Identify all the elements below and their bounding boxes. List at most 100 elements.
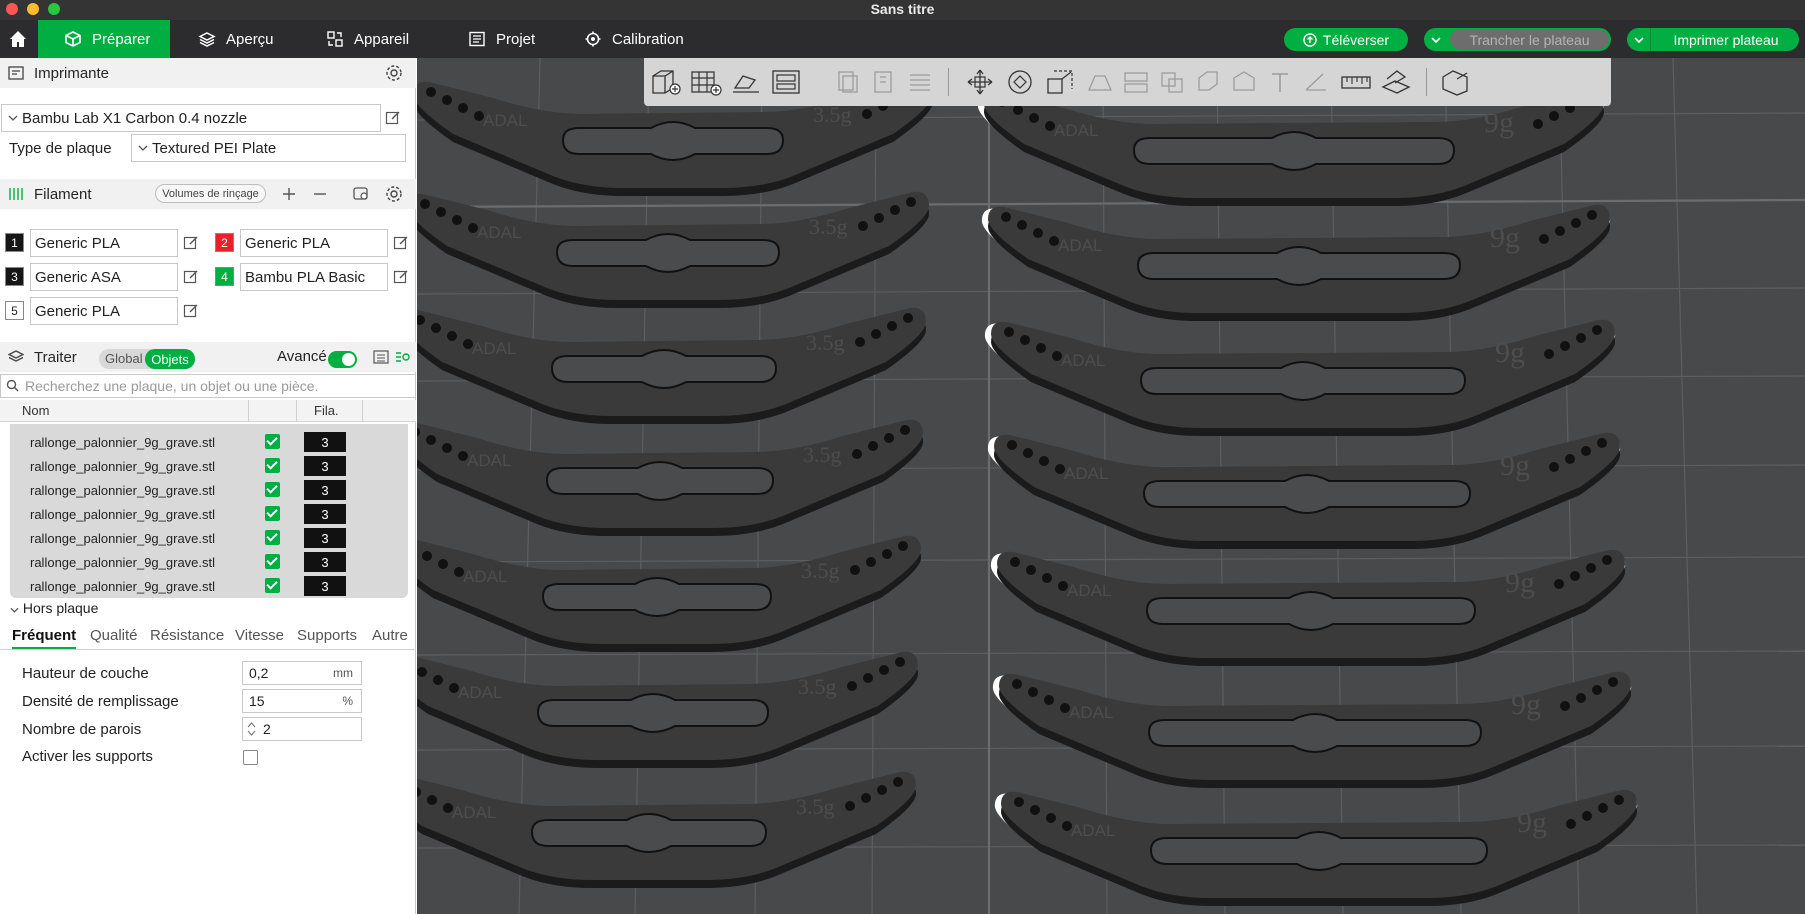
move-icon[interactable] — [962, 66, 998, 98]
plate-object[interactable]: ADAL 3.5g — [417, 191, 929, 308]
tab-prepare[interactable]: Préparer — [38, 20, 170, 58]
spinner-arrows-icon[interactable] — [247, 721, 256, 737]
advanced-toggle[interactable] — [328, 351, 357, 368]
column-name[interactable]: Nom — [22, 403, 49, 418]
tab-device[interactable]: Appareil — [312, 20, 432, 58]
add-icon[interactable] — [280, 185, 298, 203]
table-row[interactable]: rallonge_palonnier_9g_grave.stl 3 — [10, 430, 408, 454]
table-row[interactable]: rallonge_palonnier_9g_grave.stl 3 — [10, 502, 408, 526]
filament-badge[interactable]: 3 — [304, 456, 346, 476]
arrange-icon[interactable] — [768, 66, 804, 98]
plate-object[interactable]: ADAL 9g — [992, 671, 1632, 788]
filament-select-4[interactable]: Bambu PLA Basic — [240, 263, 388, 291]
lay-on-face-icon[interactable] — [1082, 66, 1118, 98]
tab-calibration[interactable]: Calibration — [570, 20, 700, 58]
filament-slot-2[interactable]: 2 — [215, 233, 234, 252]
measure-icon[interactable] — [1338, 66, 1374, 98]
filament-badge[interactable]: 3 — [304, 576, 346, 596]
table-row[interactable]: rallonge_palonnier_9g_grave.stl 3 — [10, 454, 408, 478]
print-plate-button[interactable]: Imprimer plateau — [1627, 28, 1799, 51]
object-settings-icon[interactable] — [393, 348, 411, 366]
visibility-checkbox[interactable] — [265, 530, 280, 545]
enable-supports-checkbox[interactable] — [243, 750, 258, 765]
visibility-checkbox[interactable] — [265, 578, 280, 593]
visibility-checkbox[interactable] — [265, 458, 280, 473]
add-plate-icon[interactable] — [688, 66, 724, 98]
3d-viewport[interactable]: ADAL 3.5g ADAL 3.5g ADAL 3.5g ADAL 3.5g ADAL 3.5g… — [417, 58, 1805, 914]
tab-preview[interactable]: Aperçu — [184, 20, 304, 58]
table-row[interactable]: rallonge_palonnier_9g_grave.stl 3 — [10, 550, 408, 574]
edit-icon[interactable] — [393, 269, 409, 285]
plate-object[interactable]: ADAL 3.5g — [417, 535, 921, 652]
filament-slot-1[interactable]: 1 — [5, 233, 24, 252]
edit-icon[interactable] — [183, 235, 199, 251]
column-filament[interactable]: Fila. — [314, 403, 339, 418]
filament-select-3[interactable]: Generic ASA — [30, 263, 178, 291]
plate-object[interactable]: ADAL 3.5g — [417, 419, 923, 536]
infill-input[interactable]: 15 % — [242, 689, 362, 713]
filament-slot-3[interactable]: 3 — [5, 267, 24, 286]
sync-filament-icon[interactable] — [352, 185, 370, 203]
rotate-icon[interactable] — [1002, 66, 1038, 98]
plate-object[interactable]: ADAL 9g — [994, 789, 1638, 906]
filament-select-2[interactable]: Generic PLA — [240, 229, 388, 257]
edit-icon[interactable] — [393, 235, 409, 251]
assembly-icon[interactable] — [1378, 66, 1414, 98]
remove-icon[interactable] — [311, 185, 329, 203]
layers-list-icon[interactable] — [902, 66, 938, 98]
table-row[interactable]: rallonge_palonnier_9g_grave.stl 3 — [10, 526, 408, 550]
visibility-checkbox[interactable] — [265, 482, 280, 497]
auto-orient-icon[interactable] — [728, 66, 764, 98]
seg-global[interactable]: Global — [105, 351, 143, 366]
slice-plate-button[interactable]: Trancher le plateau — [1424, 28, 1611, 51]
visibility-checkbox[interactable] — [265, 506, 280, 521]
filament-slot-4[interactable]: 4 — [215, 267, 234, 286]
support-paint-icon[interactable] — [1190, 66, 1226, 98]
plate-object[interactable]: ADAL 9g — [977, 89, 1605, 206]
chevron-down-icon[interactable] — [1627, 28, 1651, 51]
visibility-checkbox[interactable] — [265, 434, 280, 449]
plate-parts[interactable]: ADAL 3.5g ADAL 3.5g ADAL 3.5g ADAL 3.5g ADAL 3.5g… — [417, 58, 1805, 914]
add-object-icon[interactable] — [648, 66, 684, 98]
plate-object[interactable]: ADAL 9g — [987, 432, 1621, 549]
filament-badge[interactable]: 3 — [304, 480, 346, 500]
filament-slot-5[interactable]: 5 — [5, 301, 24, 320]
table-row[interactable]: rallonge_palonnier_9g_grave.stl 3 — [10, 574, 408, 598]
edit-icon[interactable] — [183, 269, 199, 285]
edit-icon[interactable] — [385, 110, 401, 126]
rinse-volumes-button[interactable]: Volumes de rinçage — [155, 184, 266, 203]
plate-object[interactable]: ADAL 9g — [984, 319, 1616, 436]
scale-icon[interactable] — [1042, 66, 1078, 98]
tab-project[interactable]: Projet — [454, 20, 554, 58]
text-tool-icon[interactable] — [1262, 66, 1298, 98]
plate-object[interactable]: ADAL 3.5g — [417, 771, 916, 888]
split-objects-icon[interactable] — [1438, 66, 1474, 98]
filament-badge[interactable]: 3 — [304, 552, 346, 572]
filament-select-5[interactable]: Generic PLA — [30, 297, 178, 325]
gear-icon[interactable] — [385, 185, 403, 203]
filament-badge[interactable]: 3 — [304, 528, 346, 548]
visibility-checkbox[interactable] — [265, 554, 280, 569]
off-plate-group[interactable]: Hors plaque — [10, 600, 98, 616]
tab-frequent[interactable]: Fréquent — [12, 627, 77, 649]
tab-other[interactable]: Autre — [372, 627, 408, 644]
tab-strength[interactable]: Résistance — [150, 627, 224, 644]
plate-object[interactable]: ADAL 9g — [990, 549, 1626, 666]
seg-objects[interactable]: Objets — [145, 349, 195, 369]
filament-badge[interactable]: 3 — [304, 432, 346, 452]
tab-quality[interactable]: Qualité — [90, 627, 138, 644]
upload-button[interactable]: Téléverser — [1284, 28, 1408, 51]
chevron-down-icon[interactable] — [1424, 28, 1448, 51]
layer-height-input[interactable]: 0,2 mm — [242, 661, 362, 685]
paste-icon[interactable] — [866, 66, 902, 98]
table-row[interactable]: rallonge_palonnier_9g_grave.stl 3 — [10, 478, 408, 502]
copy-icon[interactable] — [830, 66, 866, 98]
cut-icon[interactable] — [1118, 66, 1154, 98]
global-objects-switch[interactable]: Global Objets — [99, 349, 195, 369]
plate-object[interactable]: ADAL 9g — [981, 204, 1611, 321]
boolean-icon[interactable] — [1154, 66, 1190, 98]
gear-icon[interactable] — [385, 64, 403, 82]
measure-angle-icon[interactable] — [1298, 66, 1334, 98]
tab-speed[interactable]: Vitesse — [235, 627, 284, 644]
edit-icon[interactable] — [183, 303, 199, 319]
